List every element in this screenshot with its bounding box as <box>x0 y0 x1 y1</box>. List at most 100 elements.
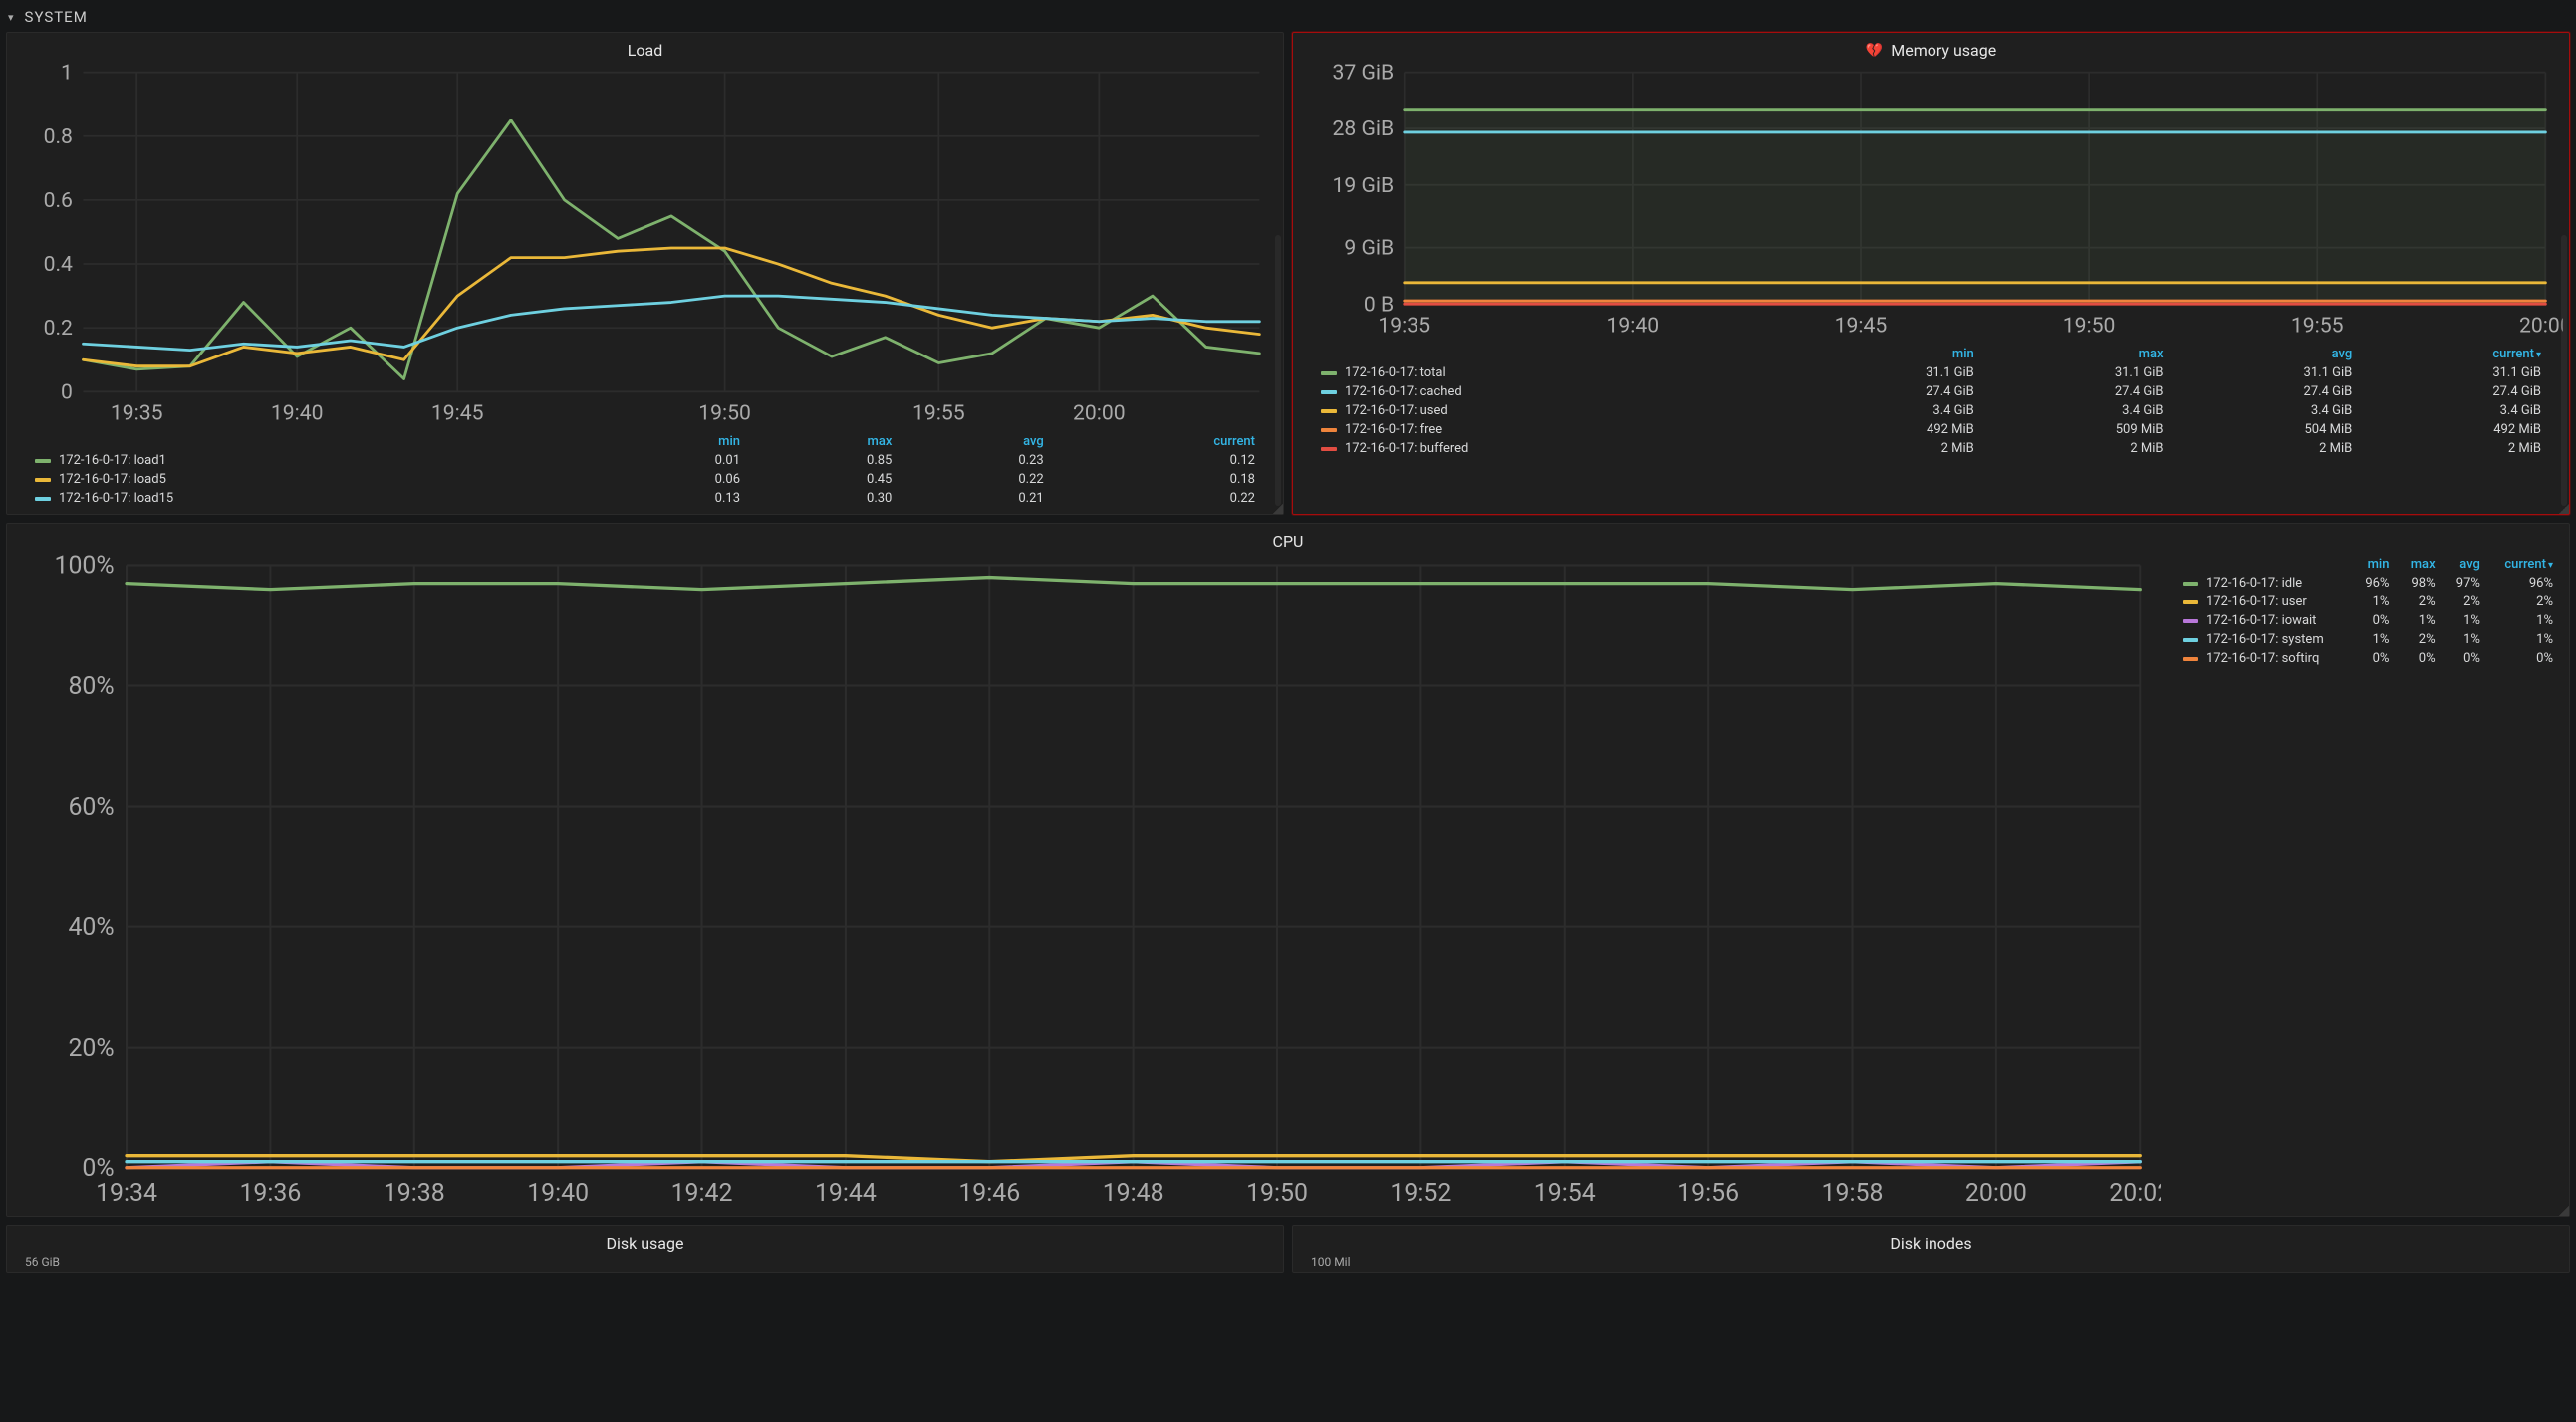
legend-val-avg: 0.22 <box>900 470 1051 489</box>
legend-val-min: 31.1 GiB <box>1793 363 1982 382</box>
legend-val-min: 492 MiB <box>1793 420 1982 439</box>
legend-col-name[interactable] <box>1313 345 1793 363</box>
legend-swatch <box>2183 600 2198 604</box>
legend-val-current: 1% <box>2488 611 2561 630</box>
legend-col-max[interactable]: max <box>748 432 900 451</box>
legend-swatch <box>1321 428 1337 432</box>
legend-val-avg: 97% <box>2444 574 2488 592</box>
legend-row[interactable]: 172-16-0-17: iowait0%1%1%1% <box>2175 611 2561 630</box>
svg-text:19 GiB: 19 GiB <box>1332 173 1394 198</box>
legend-series-name: 172-16-0-17: total <box>1345 365 1446 380</box>
legend-series-name: 172-16-0-17: free <box>1345 422 1442 437</box>
legend-row[interactable]: 172-16-0-17: buffered2 MiB2 MiB2 MiB2 Mi… <box>1313 439 2549 458</box>
legend-col-current[interactable]: current▾ <box>2360 345 2549 363</box>
legend-val-avg: 2 MiB <box>2172 439 2361 458</box>
legend-val-avg: 0% <box>2444 649 2488 668</box>
legend-col-min[interactable]: min <box>2352 555 2397 574</box>
panel-memory-title: Memory usage <box>1891 41 1996 60</box>
svg-text:19:54: 19:54 <box>1534 1179 1596 1208</box>
legend-val-avg: 1% <box>2444 611 2488 630</box>
svg-text:20:00: 20:00 <box>2519 313 2563 338</box>
panel-disk-inodes-title: Disk inodes <box>1890 1234 1971 1253</box>
legend-row[interactable]: 172-16-0-17: load50.060.450.220.18 <box>27 470 1263 489</box>
legend-swatch <box>2183 638 2198 642</box>
svg-text:19:35: 19:35 <box>1378 313 1430 338</box>
legend-col-avg[interactable]: avg <box>900 432 1051 451</box>
legend-val-min: 0.01 <box>597 451 748 470</box>
panel-disk-inodes[interactable]: Disk inodes 100 Mil <box>1292 1225 2570 1273</box>
legend-val-avg: 27.4 GiB <box>2172 382 2361 401</box>
legend-series-name: 172-16-0-17: used <box>1345 403 1448 418</box>
resize-handle-icon[interactable] <box>2559 504 2569 514</box>
svg-text:80%: 80% <box>68 672 114 701</box>
legend-col-current[interactable]: current <box>1052 432 1263 451</box>
legend-col-avg[interactable]: avg <box>2444 555 2488 574</box>
legend-col-min[interactable]: min <box>597 432 748 451</box>
legend-val-min: 3.4 GiB <box>1793 401 1982 420</box>
panel-memory[interactable]: 💔 Memory usage 0 B9 GiB19 GiB28 GiB37 Gi… <box>1292 32 2570 515</box>
legend-col-max[interactable]: max <box>1982 345 2172 363</box>
legend-val-max: 509 MiB <box>1982 420 2172 439</box>
legend-val-max: 0.45 <box>748 470 900 489</box>
panel-load[interactable]: Load 00.20.40.60.8119:3519:4019:4519:501… <box>6 32 1284 515</box>
svg-text:19:35: 19:35 <box>111 401 163 426</box>
svg-text:19:40: 19:40 <box>527 1179 589 1208</box>
svg-text:19:52: 19:52 <box>1390 1179 1451 1208</box>
legend-row[interactable]: 172-16-0-17: used3.4 GiB3.4 GiB3.4 GiB3.… <box>1313 401 2549 420</box>
legend-row[interactable]: 172-16-0-17: free492 MiB509 MiB504 MiB49… <box>1313 420 2549 439</box>
legend-val-current: 492 MiB <box>2360 420 2549 439</box>
legend-row[interactable]: 172-16-0-17: load10.010.850.230.12 <box>27 451 1263 470</box>
legend-val-max: 0% <box>2397 649 2443 668</box>
legend-row[interactable]: 172-16-0-17: load150.130.300.210.22 <box>27 489 1263 508</box>
chart-cpu[interactable]: 0%20%40%60%80%100%19:3419:3619:3819:4019… <box>13 553 2161 1213</box>
svg-text:19:55: 19:55 <box>912 401 965 426</box>
svg-text:19:36: 19:36 <box>239 1179 301 1208</box>
legend-col-avg[interactable]: avg <box>2172 345 2361 363</box>
legend-col-current[interactable]: current▾ <box>2488 555 2561 574</box>
legend-swatch <box>35 459 51 463</box>
legend-scroll-indicator <box>1275 235 1281 506</box>
row-header-system[interactable]: ▾ SYSTEM <box>6 4 2570 32</box>
svg-text:19:34: 19:34 <box>96 1179 157 1208</box>
panel-disk-usage[interactable]: Disk usage 56 GiB <box>6 1225 1284 1273</box>
svg-text:20:00: 20:00 <box>1073 401 1126 426</box>
resize-handle-icon[interactable] <box>1273 504 1283 514</box>
legend-swatch <box>2183 582 2198 586</box>
row-title-label: SYSTEM <box>25 8 88 26</box>
panel-cpu[interactable]: CPU 0%20%40%60%80%100%19:3419:3619:3819:… <box>6 523 2570 1216</box>
legend-row[interactable]: 172-16-0-17: cached27.4 GiB27.4 GiB27.4 … <box>1313 382 2549 401</box>
chart-memory[interactable]: 0 B9 GiB19 GiB28 GiB37 GiB19:3519:4019:4… <box>1299 62 2563 343</box>
legend-swatch <box>35 478 51 482</box>
svg-text:19:40: 19:40 <box>1607 313 1660 338</box>
legend-val-avg: 504 MiB <box>2172 420 2361 439</box>
legend-row[interactable]: 172-16-0-17: softirq0%0%0%0% <box>2175 649 2561 668</box>
legend-val-current: 0.18 <box>1052 470 1263 489</box>
legend-col-name[interactable] <box>2175 555 2352 574</box>
legend-swatch <box>35 497 51 501</box>
legend-val-min: 1% <box>2352 592 2397 611</box>
chart-load[interactable]: 00.20.40.60.8119:3519:4019:4519:5019:552… <box>13 62 1277 430</box>
legend-row[interactable]: 172-16-0-17: idle96%98%97%96% <box>2175 574 2561 592</box>
svg-text:0.8: 0.8 <box>44 124 73 149</box>
heart-broken-icon: 💔 <box>1866 43 1883 59</box>
legend-memory: minmaxavgcurrent▾ 172-16-0-17: total 31.1 … <box>1293 343 2569 462</box>
legend-series-name: 172-16-0-17: iowait <box>2206 613 2316 628</box>
legend-row[interactable]: 172-16-0-17: user1%2%2%2% <box>2175 592 2561 611</box>
legend-row[interactable]: 172-16-0-17: system1%2%1%1% <box>2175 630 2561 649</box>
legend-col-min[interactable]: min <box>1793 345 1982 363</box>
svg-text:37 GiB: 37 GiB <box>1332 62 1394 86</box>
legend-val-avg: 0.21 <box>900 489 1051 508</box>
legend-col-name[interactable] <box>27 432 597 451</box>
legend-col-max[interactable]: max <box>2397 555 2443 574</box>
legend-val-avg: 2% <box>2444 592 2488 611</box>
svg-text:40%: 40% <box>68 913 114 942</box>
legend-swatch <box>1321 390 1337 394</box>
legend-row[interactable]: 172-16-0-17: total31.1 GiB31.1 GiB31.1 G… <box>1313 363 2549 382</box>
svg-text:1: 1 <box>61 62 73 86</box>
legend-val-current: 2 MiB <box>2360 439 2549 458</box>
resize-handle-icon[interactable] <box>2559 1206 2569 1216</box>
legend-val-current: 31.1 GiB <box>2360 363 2549 382</box>
panel-disk-usage-title: Disk usage <box>607 1234 684 1253</box>
svg-text:60%: 60% <box>68 793 114 822</box>
svg-text:9 GiB: 9 GiB <box>1344 236 1394 261</box>
